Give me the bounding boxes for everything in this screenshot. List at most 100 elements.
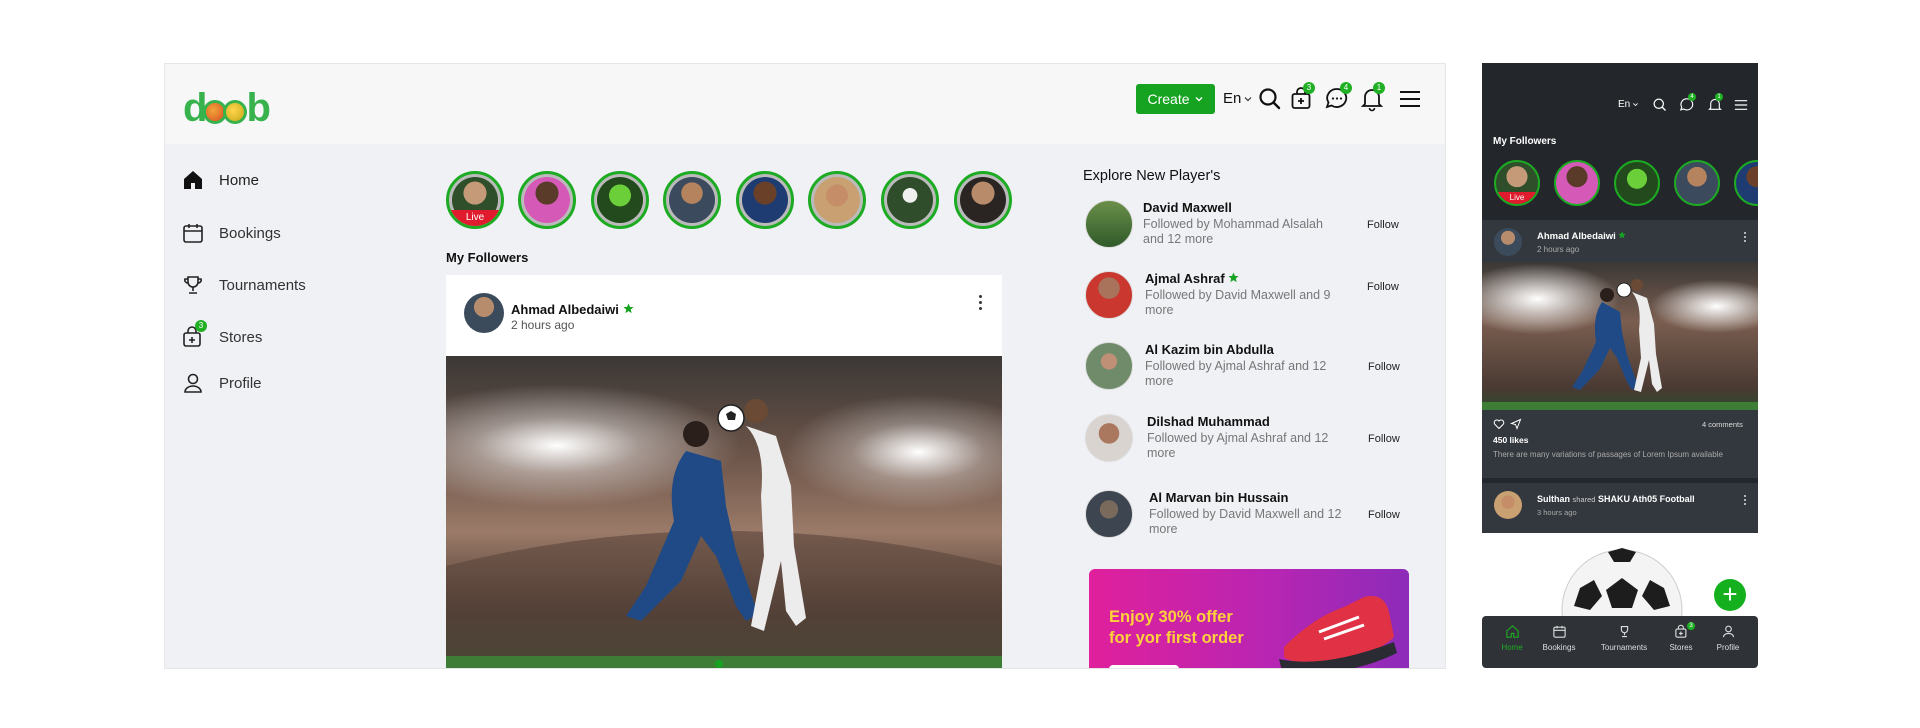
explore-player-row[interactable]: David Maxwell Followed by Mohammad Alsal… [1085, 200, 1425, 260]
explore-player-row[interactable]: Dilshad Muhammad Followed by Ajmal Ashra… [1085, 414, 1425, 474]
sidebar-item-label: Stores [219, 328, 263, 346]
mobile-shared-word: shared [1572, 495, 1596, 504]
mobile-shared-time: 3 hours ago [1537, 508, 1577, 517]
post-author-name[interactable]: Ahmad Albedaiwi [511, 302, 619, 317]
mobile-shared-author-avatar[interactable] [1494, 491, 1522, 519]
mobile-nav-home[interactable]: Home [1487, 624, 1537, 652]
player-avatar[interactable] [1085, 490, 1133, 538]
search-icon[interactable] [1257, 86, 1283, 112]
player-avatar[interactable] [1085, 271, 1133, 319]
stores-badge: 3 [1303, 82, 1315, 94]
mobile-language-label: En [1618, 99, 1631, 110]
mobile-story-avatar[interactable] [1674, 160, 1720, 206]
live-badge: Live [1496, 192, 1538, 204]
menu-icon[interactable] [1733, 97, 1749, 113]
mobile-shared-author[interactable]: Sulthan [1537, 494, 1570, 504]
story-avatar[interactable] [881, 171, 939, 229]
follow-button[interactable]: Follow [1368, 433, 1400, 445]
more-options-icon[interactable] [1744, 232, 1748, 248]
mobile-post-photo[interactable] [1482, 262, 1758, 410]
story-avatar[interactable] [808, 171, 866, 229]
stores-badge: 3 [195, 320, 207, 332]
stores-badge: 3 [1687, 622, 1695, 630]
add-post-fab[interactable]: + [1714, 579, 1746, 611]
post-card: Ahmad Albedaiwi 2 hours ago [446, 275, 1002, 668]
promo-text: Enjoy 30% offer for yor first order [1109, 607, 1244, 649]
mobile-shared-target[interactable]: SHAKU Ath05 Football [1598, 494, 1695, 504]
post-time: 2 hours ago [511, 318, 575, 332]
story-avatar[interactable] [663, 171, 721, 229]
mobile-language-selector[interactable]: En [1618, 99, 1639, 110]
player-name[interactable]: Ajmal Ashraf [1145, 271, 1239, 286]
mobile-nav-tournaments[interactable]: Tournaments [1595, 624, 1653, 652]
create-button[interactable]: Create [1136, 84, 1215, 114]
mobile-post-time: 2 hours ago [1537, 245, 1580, 254]
player-followed-by: Followed by David Maxwell and 9 more [1145, 288, 1331, 317]
follow-button[interactable]: Follow [1368, 509, 1400, 521]
share-icon[interactable] [1510, 418, 1522, 430]
sidebar-item-profile[interactable]: Profile [181, 371, 262, 395]
story-avatar[interactable] [518, 171, 576, 229]
menu-icon[interactable] [1397, 86, 1423, 112]
chat-badge: 4 [1688, 93, 1696, 101]
sidebar-item-label: Profile [219, 374, 262, 392]
mobile-story-avatar-live[interactable]: Live [1494, 160, 1540, 206]
mobile-story-avatar[interactable] [1734, 160, 1758, 206]
mobile-nav-bookings[interactable]: Bookings [1534, 624, 1584, 652]
mobile-story-avatar[interactable] [1614, 160, 1660, 206]
mobile-story-avatar[interactable] [1554, 160, 1600, 206]
post-author-avatar[interactable] [464, 293, 504, 333]
explore-player-row[interactable]: Al Kazim bin Abdulla Followed by Ajmal A… [1085, 342, 1425, 402]
mobile-nav-profile[interactable]: Profile [1703, 624, 1753, 652]
home-icon [1505, 625, 1519, 638]
doob-logo[interactable]: d b [183, 88, 271, 128]
mobile-nav-stores[interactable]: Stores [1656, 624, 1706, 652]
follow-button[interactable]: Follow [1367, 281, 1399, 293]
shop-now-button[interactable] [1109, 665, 1179, 668]
explore-player-row[interactable]: Ajmal Ashraf Followed by David Maxwell a… [1085, 271, 1425, 331]
verified-star-icon [1618, 231, 1627, 239]
heart-icon[interactable] [1493, 418, 1505, 430]
language-label: En [1223, 90, 1242, 107]
story-avatar[interactable] [591, 171, 649, 229]
mobile-post-card: Ahmad Albedaiwi 2 hours ago 4 comments 4… [1482, 220, 1758, 478]
sidebar-item-bookings[interactable]: Bookings [181, 221, 281, 245]
home-icon [184, 171, 202, 189]
logo-ball-icon [223, 100, 248, 124]
promo-banner[interactable]: Enjoy 30% offer for yor first order [1089, 569, 1409, 668]
explore-players-title: Explore New Player's [1083, 168, 1221, 184]
player-avatar[interactable] [1085, 200, 1133, 248]
sidebar-item-home[interactable]: Home [181, 168, 259, 192]
promo-line-1: Enjoy 30% offer [1109, 608, 1233, 626]
sidebar-item-label: Home [219, 171, 260, 189]
player-name[interactable]: Al Marvan bin Hussain [1149, 490, 1288, 505]
player-name[interactable]: David Maxwell [1143, 200, 1232, 215]
player-name[interactable]: Dilshad Muhammad [1147, 414, 1270, 429]
mobile-shared-line: Sulthan shared SHAKU Ath05 Football [1537, 494, 1695, 504]
user-icon [1722, 625, 1734, 638]
search-icon[interactable] [1652, 97, 1668, 113]
mobile-post-author[interactable]: Ahmad Albedaiwi [1537, 231, 1627, 242]
post-photo[interactable] [446, 356, 1002, 668]
player-name-text: Ajmal Ashraf [1145, 271, 1225, 286]
calendar-icon [1552, 625, 1566, 638]
player-avatar[interactable] [1085, 342, 1133, 390]
trophy-icon [1620, 625, 1628, 638]
story-avatar[interactable] [736, 171, 794, 229]
player-avatar[interactable] [1085, 414, 1133, 462]
story-avatar-live[interactable]: Live [446, 171, 504, 229]
mobile-followers-title: My Followers [1493, 136, 1557, 147]
language-selector[interactable]: En [1223, 90, 1253, 107]
more-options-icon[interactable] [979, 295, 983, 311]
story-avatar[interactable] [954, 171, 1012, 229]
mobile-post-author-avatar[interactable] [1494, 228, 1522, 256]
sidebar-item-stores[interactable]: Stores [181, 325, 262, 349]
explore-player-row[interactable]: Al Marvan bin Hussain Followed by David … [1085, 490, 1425, 550]
follow-button[interactable]: Follow [1367, 219, 1399, 231]
player-name[interactable]: Al Kazim bin Abdulla [1145, 342, 1274, 357]
more-options-icon[interactable] [1744, 495, 1748, 511]
mobile-comments-count[interactable]: 4 comments [1702, 420, 1743, 429]
football-players-illustration [446, 399, 1002, 668]
follow-button[interactable]: Follow [1368, 361, 1400, 373]
sidebar-item-tournaments[interactable]: Tournaments [181, 273, 306, 297]
